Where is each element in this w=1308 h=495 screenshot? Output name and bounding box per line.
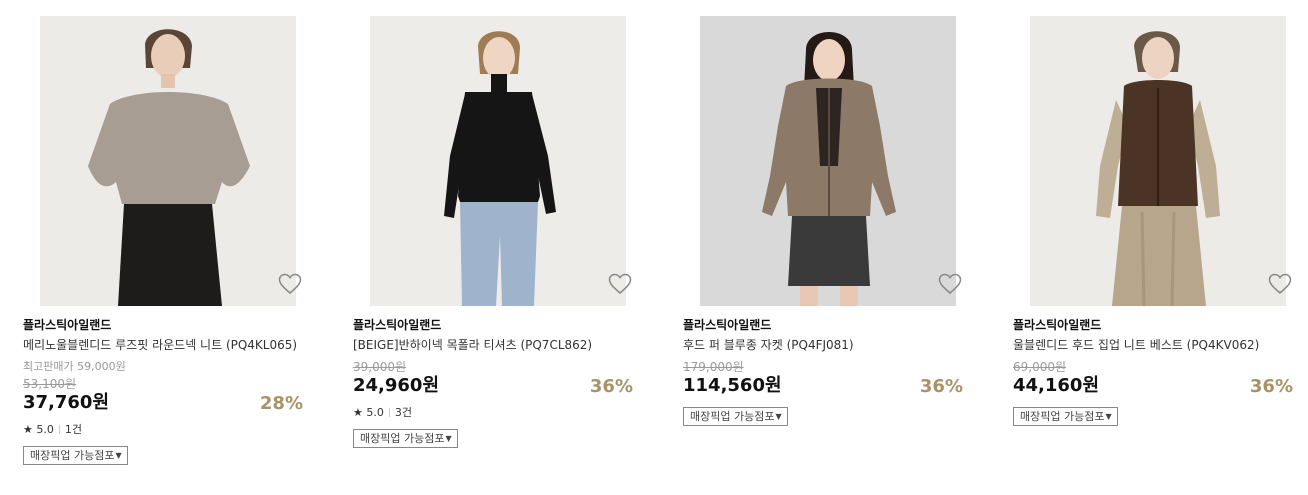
- original-price: 53,100원: [23, 377, 77, 391]
- store-pickup-label: 매장픽업 가능점포: [360, 432, 445, 445]
- product-photo[interactable]: [700, 16, 956, 306]
- dropdown-arrow-icon: ▼: [445, 434, 452, 443]
- discount-rate: 36%: [919, 376, 963, 397]
- brand-name[interactable]: 플라스틱아일랜드: [23, 317, 313, 333]
- product-photo[interactable]: [40, 16, 296, 306]
- product-photo[interactable]: [370, 16, 626, 306]
- store-pickup-button[interactable]: 매장픽업 가능점포▼: [23, 446, 128, 465]
- price-row: 24,960원 36%: [353, 374, 643, 398]
- store-pickup-label: 매장픽업 가능점포: [1020, 410, 1105, 423]
- sale-price: 44,160원: [1013, 375, 1100, 396]
- original-price: 179,000원: [683, 360, 744, 374]
- dropdown-arrow-icon: ▼: [775, 412, 782, 421]
- product-photo[interactable]: [1030, 16, 1286, 306]
- original-price: 69,000원: [1013, 360, 1067, 374]
- price-row: 44,160원 36%: [1013, 374, 1303, 398]
- original-price: 39,000원: [353, 360, 407, 374]
- product-card[interactable]: 플라스틱아일랜드 [BEIGE]반하이넥 목폴라 티셔츠 (PQ7CL862) …: [353, 16, 643, 448]
- product-card[interactable]: 플라스틱아일랜드 메리노울블렌디드 루즈핏 라운드넥 니트 (PQ4KL065)…: [23, 16, 313, 465]
- price-row: 114,560원 36%: [683, 374, 973, 398]
- sale-price: 37,760원: [23, 392, 110, 413]
- store-pickup-label: 매장픽업 가능점포: [690, 410, 775, 423]
- product-card[interactable]: 플라스틱아일랜드 후드 퍼 블루종 자켓 (PQ4FJ081) 179,000원…: [683, 16, 973, 426]
- heart-icon[interactable]: [938, 273, 962, 295]
- store-pickup-button[interactable]: 매장픽업 가능점포▼: [353, 429, 458, 448]
- best-price: 최고판매가 59,000원: [23, 360, 126, 373]
- store-pickup-button[interactable]: 매장픽업 가능점포▼: [683, 407, 788, 426]
- product-name[interactable]: 메리노울블렌디드 루즈핏 라운드넥 니트 (PQ4KL065): [23, 337, 313, 354]
- store-pickup-label: 매장픽업 가능점포: [30, 449, 115, 462]
- divider: [388, 408, 390, 417]
- discount-rate: 28%: [259, 393, 303, 414]
- product-name[interactable]: 울블렌디드 후드 집업 니트 베스트 (PQ4KV062): [1013, 337, 1303, 354]
- dropdown-arrow-icon: ▼: [1105, 412, 1112, 421]
- product-card[interactable]: 플라스틱아일랜드 울블렌디드 후드 집업 니트 베스트 (PQ4KV062) 6…: [1013, 16, 1303, 426]
- heart-icon[interactable]: [608, 273, 632, 295]
- brand-name[interactable]: 플라스틱아일랜드: [1013, 317, 1303, 333]
- rating-score: ★ 5.0: [353, 406, 384, 419]
- discount-rate: 36%: [1249, 376, 1293, 397]
- heart-icon[interactable]: [1268, 273, 1292, 295]
- brand-name[interactable]: 플라스틱아일랜드: [353, 317, 643, 333]
- price-row: 37,760원 28%: [23, 391, 313, 415]
- product-grid: 플라스틱아일랜드 메리노울블렌디드 루즈핏 라운드넥 니트 (PQ4KL065)…: [0, 0, 1308, 495]
- product-image-area[interactable]: [683, 16, 973, 306]
- dropdown-arrow-icon: ▼: [115, 451, 122, 460]
- rating-score: ★ 5.0: [23, 423, 54, 436]
- rating-row: ★ 5.0 1건: [23, 423, 313, 437]
- brand-name[interactable]: 플라스틱아일랜드: [683, 317, 973, 333]
- product-image-area[interactable]: [1013, 16, 1303, 306]
- heart-icon[interactable]: [278, 273, 302, 295]
- product-image-area[interactable]: [353, 16, 643, 306]
- rating-row: ★ 5.0 3건: [353, 406, 643, 420]
- divider: [58, 425, 60, 434]
- discount-rate: 36%: [589, 376, 633, 397]
- product-name[interactable]: 후드 퍼 블루종 자켓 (PQ4FJ081): [683, 337, 973, 354]
- review-count: 3건: [394, 406, 412, 419]
- review-count: 1건: [64, 423, 82, 436]
- store-pickup-button[interactable]: 매장픽업 가능점포▼: [1013, 407, 1118, 426]
- product-name[interactable]: [BEIGE]반하이넥 목폴라 티셔츠 (PQ7CL862): [353, 337, 643, 354]
- product-image-area[interactable]: [23, 16, 313, 306]
- sale-price: 114,560원: [683, 375, 782, 396]
- sale-price: 24,960원: [353, 375, 440, 396]
